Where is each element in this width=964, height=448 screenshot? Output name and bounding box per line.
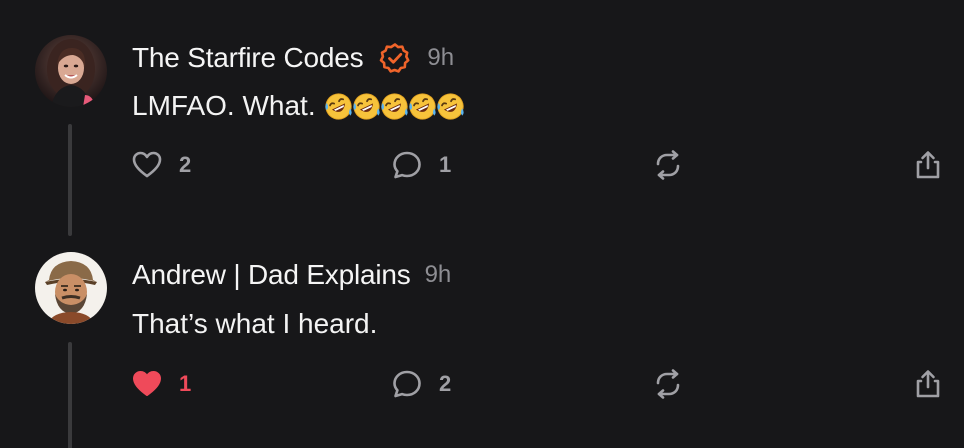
repost-arrows-icon: [656, 150, 680, 180]
post: Andrew | Dad Explains 9h That’s what I h…: [0, 232, 964, 448]
repost-button[interactable]: [652, 364, 684, 404]
heart-filled-icon: [133, 371, 161, 396]
rofl-emoji-icon: [352, 92, 381, 121]
speech-bubble-icon: [393, 370, 421, 398]
post-text-body: LMFAO. What.: [132, 90, 316, 121]
post-text-body: That’s what I heard.: [132, 308, 378, 339]
like-count: 1: [179, 371, 192, 396]
post-text: That’s what I heard.: [132, 306, 377, 342]
heart-outline-icon: [132, 151, 162, 178]
avatar[interactable]: [35, 252, 107, 324]
post-header: Andrew | Dad Explains 9h: [132, 257, 451, 293]
share-upload-icon: [916, 370, 940, 398]
share-button[interactable]: [912, 145, 944, 185]
timestamp: 9h: [424, 261, 452, 288]
rofl-emoji-icon: [324, 92, 353, 121]
reply-button[interactable]: 1: [391, 145, 451, 185]
avatar[interactable]: [35, 35, 107, 107]
reply-count: 2: [439, 371, 452, 396]
like-button[interactable]: 1: [131, 364, 191, 404]
reply-button[interactable]: 2: [391, 364, 451, 404]
share-button[interactable]: [912, 364, 944, 404]
post: The Starfire Codes 9h LMFAO. What. 2 1: [0, 0, 964, 236]
timestamp: 9h: [427, 44, 455, 71]
rofl-emoji-icon: [380, 92, 409, 121]
like-count: 2: [179, 152, 192, 177]
author-name[interactable]: Andrew | Dad Explains: [132, 259, 411, 291]
post-header: The Starfire Codes 9h: [132, 40, 454, 76]
post-text: LMFAO. What.: [132, 88, 464, 124]
share-upload-icon: [916, 151, 940, 179]
repost-button[interactable]: [652, 145, 684, 185]
action-bar: 2 1: [0, 145, 964, 185]
rofl-emoji-icon: [408, 92, 437, 121]
verified-badge-icon: [379, 42, 411, 74]
action-bar: 1 2: [0, 364, 964, 404]
speech-bubble-icon: [393, 151, 421, 179]
repost-arrows-icon: [656, 369, 680, 399]
emoji-row: [324, 92, 464, 121]
reply-count: 1: [439, 152, 452, 177]
like-button[interactable]: 2: [131, 145, 191, 185]
thread-feed: The Starfire Codes 9h LMFAO. What. 2 1 A…: [0, 0, 964, 448]
author-name[interactable]: The Starfire Codes: [132, 42, 364, 74]
rofl-emoji-icon: [436, 92, 465, 121]
